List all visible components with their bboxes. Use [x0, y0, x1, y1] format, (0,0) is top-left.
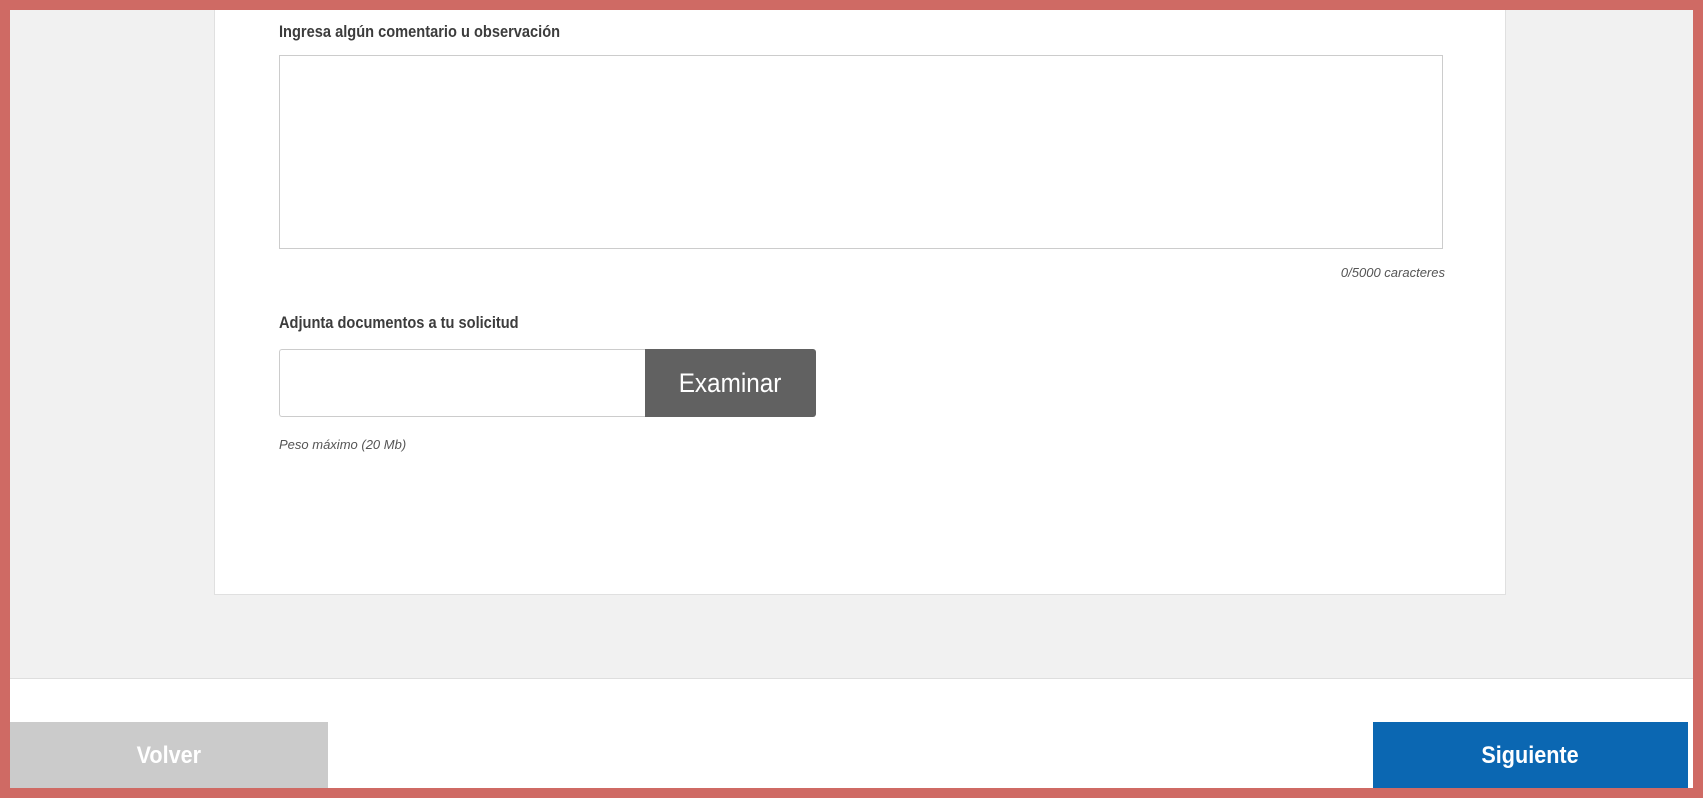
back-button[interactable]: Volver — [10, 722, 328, 788]
comment-label: Ingresa algún comentario u observación — [279, 22, 561, 41]
character-counter: 0/5000 caracteres — [1340, 265, 1445, 280]
max-weight-note: Peso máximo (20 Mb) — [279, 437, 407, 452]
file-path-input[interactable] — [279, 349, 645, 417]
back-button-label: Volver — [136, 742, 202, 769]
attach-documents-label: Adjunta documentos a tu solicitud — [279, 313, 519, 332]
next-button-label: Siguiente — [1481, 742, 1580, 769]
browse-button-label: Examinar — [679, 367, 782, 398]
form-card: Ingresa algún comentario u observación 0… — [214, 10, 1506, 595]
page-background: Ingresa algún comentario u observación 0… — [10, 10, 1693, 679]
next-button[interactable]: Siguiente — [1373, 722, 1688, 788]
comment-textarea[interactable] — [279, 55, 1443, 249]
screenshot-frame: Ingresa algún comentario u observación 0… — [0, 0, 1703, 798]
browse-button[interactable]: Examinar — [645, 349, 816, 417]
